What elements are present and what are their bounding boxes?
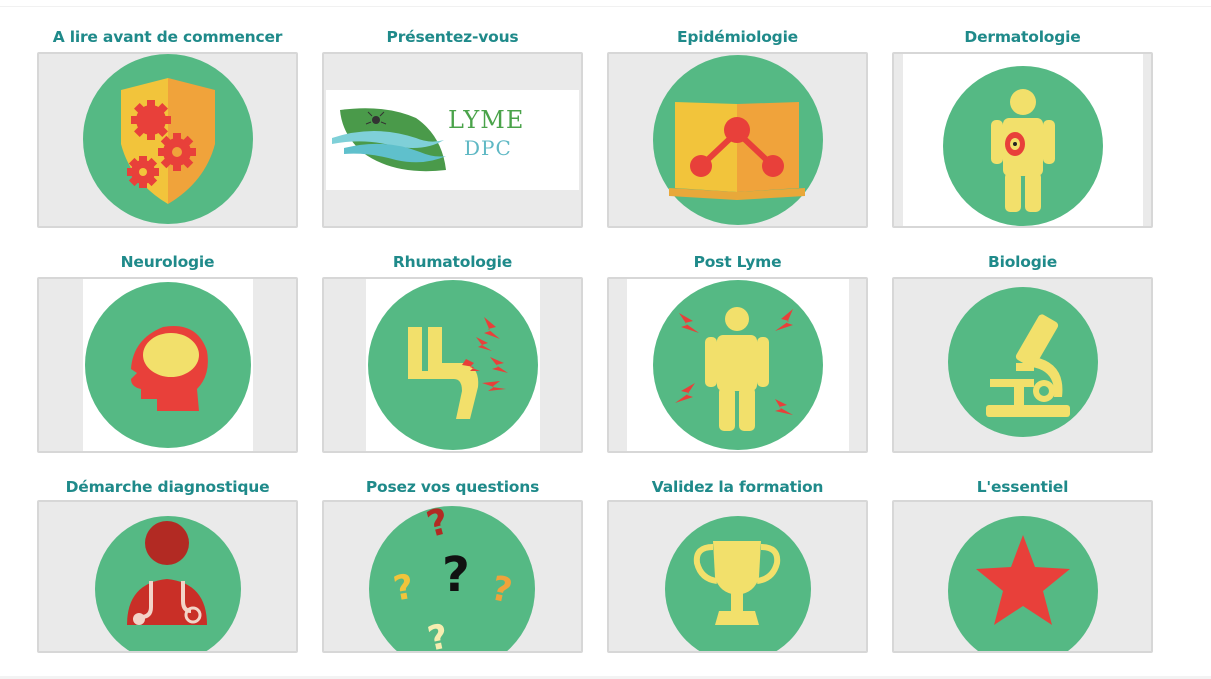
module-title[interactable]: Posez vos questions — [366, 474, 539, 500]
module-thumbnail[interactable] — [892, 52, 1153, 228]
module-card-a-lire[interactable]: A lire avant de commencer — [37, 24, 298, 228]
logo-text-dpc: DPC — [464, 136, 512, 160]
joint-pain-icon — [408, 317, 508, 419]
lyme-dpc-logo — [332, 108, 446, 172]
module-thumbnail[interactable] — [892, 277, 1153, 453]
module-thumbnail[interactable] — [607, 500, 868, 653]
microscope-icon — [986, 314, 1070, 417]
svg-text:?: ? — [442, 547, 470, 603]
head-brain-icon — [131, 326, 208, 411]
module-thumbnail[interactable] — [37, 52, 298, 228]
module-thumbnail[interactable] — [322, 277, 583, 453]
module-card-biologie[interactable]: Biologie — [892, 249, 1153, 453]
svg-text:?: ? — [423, 500, 454, 545]
trophy-icon — [693, 540, 781, 625]
module-thumbnail[interactable] — [607, 277, 868, 453]
module-title[interactable]: Présentez-vous — [387, 24, 519, 52]
module-card-post-lyme[interactable]: Post Lyme — [607, 249, 868, 453]
module-title[interactable]: Biologie — [988, 249, 1057, 277]
shield-gears-icon — [121, 78, 215, 204]
module-thumbnail[interactable]: ? ? ? ? ? — [322, 500, 583, 653]
book-molecule-icon — [669, 102, 805, 200]
module-title[interactable]: Démarche diagnostique — [66, 474, 270, 500]
module-card-demarche-diagnostique[interactable]: Démarche diagnostique — [37, 474, 298, 653]
body-pain-icon — [675, 307, 793, 431]
module-title[interactable]: Rhumatologie — [393, 249, 512, 277]
module-title[interactable]: Post Lyme — [694, 249, 782, 277]
svg-text:?: ? — [424, 616, 452, 653]
module-card-neurologie[interactable]: Neurologie — [37, 249, 298, 453]
module-thumbnail[interactable] — [607, 52, 868, 228]
logo-text-lyme: LYME — [448, 106, 525, 134]
svg-text:?: ? — [391, 566, 417, 609]
svg-text:?: ? — [488, 568, 516, 611]
module-title[interactable]: Dermatologie — [964, 24, 1080, 52]
module-card-presentez-vous[interactable]: Présentez-vous LYME DPC — [322, 24, 583, 228]
star-icon — [976, 534, 1070, 625]
module-title[interactable]: Neurologie — [121, 249, 215, 277]
module-card-rhumatologie[interactable]: Rhumatologie — [322, 249, 583, 453]
module-title[interactable]: Validez la formation — [652, 474, 824, 500]
doctor-stethoscope-icon — [127, 520, 207, 625]
module-title[interactable]: L'essentiel — [977, 474, 1069, 500]
module-card-epidemiologie[interactable]: Epidémiologie — [607, 24, 868, 228]
module-grid: A lire avant de commencer Présentez-vous… — [37, 24, 1153, 653]
module-card-validez-la-formation[interactable]: Validez la formation — [607, 474, 868, 653]
module-thumbnail[interactable] — [892, 500, 1153, 653]
module-card-dermatologie[interactable]: Dermatologie — [892, 24, 1153, 228]
module-title[interactable]: A lire avant de commencer — [53, 24, 283, 52]
body-rash-icon — [991, 89, 1055, 212]
module-thumbnail[interactable] — [37, 500, 298, 653]
module-thumbnail[interactable] — [37, 277, 298, 453]
module-card-posez-vos-questions[interactable]: Posez vos questions ? ? ? ? ? — [322, 474, 583, 653]
top-divider — [0, 6, 1211, 7]
module-card-l-essentiel[interactable]: L'essentiel — [892, 474, 1153, 653]
module-title[interactable]: Epidémiologie — [677, 24, 798, 52]
module-thumbnail[interactable]: LYME DPC — [322, 52, 583, 228]
question-marks-icon: ? ? ? ? ? — [391, 500, 516, 653]
